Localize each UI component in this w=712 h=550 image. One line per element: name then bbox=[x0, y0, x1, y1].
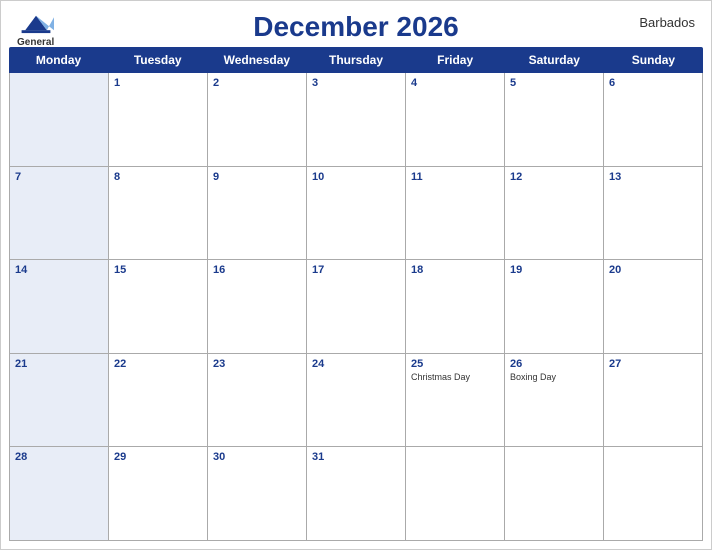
day-cell: 8 bbox=[109, 167, 208, 261]
country-label: Barbados bbox=[639, 15, 695, 30]
day-number: 22 bbox=[114, 358, 202, 370]
day-cell: 5 bbox=[505, 73, 604, 167]
day-number: 13 bbox=[609, 171, 697, 183]
day-header-friday: Friday bbox=[406, 47, 505, 73]
day-cell: 31 bbox=[307, 447, 406, 541]
day-number: 26 bbox=[510, 358, 598, 370]
day-cell: 9 bbox=[208, 167, 307, 261]
day-cell: 25 Christmas Day bbox=[406, 354, 505, 448]
day-number: 11 bbox=[411, 171, 499, 183]
day-cell: 19 bbox=[505, 260, 604, 354]
day-cell: 21 bbox=[10, 354, 109, 448]
day-number: 25 bbox=[411, 358, 499, 370]
day-number: 9 bbox=[213, 171, 301, 183]
day-number: 24 bbox=[312, 358, 400, 370]
day-header-saturday: Saturday bbox=[505, 47, 604, 73]
day-number: 27 bbox=[609, 358, 697, 370]
day-number: 17 bbox=[312, 264, 400, 276]
day-cell: 24 bbox=[307, 354, 406, 448]
logo-blue-text: Blue bbox=[25, 48, 47, 59]
day-header-tuesday: Tuesday bbox=[108, 47, 207, 73]
day-cell: 16 bbox=[208, 260, 307, 354]
day-cell: 18 bbox=[406, 260, 505, 354]
week-row-5: 28 29 30 31 bbox=[9, 447, 703, 541]
day-number: 20 bbox=[609, 264, 697, 276]
day-header-sunday: Sunday bbox=[604, 47, 703, 73]
day-cell: 12 bbox=[505, 167, 604, 261]
day-headers: MondayTuesdayWednesdayThursdayFridaySatu… bbox=[9, 47, 703, 73]
day-cell bbox=[10, 73, 109, 167]
day-cell: 23 bbox=[208, 354, 307, 448]
day-number: 30 bbox=[213, 451, 301, 463]
logo: General Blue bbox=[17, 9, 54, 59]
day-cell: 27 bbox=[604, 354, 703, 448]
calendar-header: General Blue December 2026 Barbados bbox=[1, 1, 711, 47]
day-cell: 15 bbox=[109, 260, 208, 354]
day-number: 7 bbox=[15, 171, 103, 183]
day-number: 31 bbox=[312, 451, 400, 463]
logo-icon bbox=[18, 9, 54, 37]
day-number: 18 bbox=[411, 264, 499, 276]
day-cell bbox=[505, 447, 604, 541]
day-cell: 3 bbox=[307, 73, 406, 167]
day-number: 21 bbox=[15, 358, 103, 370]
day-number: 1 bbox=[114, 77, 202, 89]
day-number: 12 bbox=[510, 171, 598, 183]
day-number: 16 bbox=[213, 264, 301, 276]
holiday-name: Christmas Day bbox=[411, 372, 499, 382]
day-cell: 10 bbox=[307, 167, 406, 261]
day-cell: 7 bbox=[10, 167, 109, 261]
day-number: 3 bbox=[312, 77, 400, 89]
day-cell: 2 bbox=[208, 73, 307, 167]
day-cell bbox=[604, 447, 703, 541]
day-cell bbox=[406, 447, 505, 541]
day-number: 8 bbox=[114, 171, 202, 183]
week-row-2: 789 10 11 12 13 bbox=[9, 167, 703, 261]
day-cell: 14 bbox=[10, 260, 109, 354]
holiday-name: Boxing Day bbox=[510, 372, 598, 382]
calendar-grid: MondayTuesdayWednesdayThursdayFridaySatu… bbox=[1, 47, 711, 549]
day-cell: 11 bbox=[406, 167, 505, 261]
day-number: 28 bbox=[15, 451, 103, 463]
month-title: December 2026 bbox=[253, 11, 458, 43]
week-row-1: 123456 bbox=[9, 73, 703, 167]
calendar: General Blue December 2026 Barbados Mond… bbox=[0, 0, 712, 550]
day-cell: 26 Boxing Day bbox=[505, 354, 604, 448]
day-cell: 13 bbox=[604, 167, 703, 261]
day-cell: 4 bbox=[406, 73, 505, 167]
day-header-thursday: Thursday bbox=[306, 47, 405, 73]
day-cell: 6 bbox=[604, 73, 703, 167]
day-header-wednesday: Wednesday bbox=[207, 47, 306, 73]
day-number: 5 bbox=[510, 77, 598, 89]
day-cell: 20 bbox=[604, 260, 703, 354]
week-row-4: 21 22 23 24 25 Christmas Day 26 Boxing Day 27 bbox=[9, 354, 703, 448]
week-row-3: 14 15 16 17 18 19 20 bbox=[9, 260, 703, 354]
day-cell: 29 bbox=[109, 447, 208, 541]
day-cell: 30 bbox=[208, 447, 307, 541]
day-number: 29 bbox=[114, 451, 202, 463]
day-cell: 28 bbox=[10, 447, 109, 541]
day-number: 15 bbox=[114, 264, 202, 276]
day-cell: 17 bbox=[307, 260, 406, 354]
day-number: 19 bbox=[510, 264, 598, 276]
day-number: 2 bbox=[213, 77, 301, 89]
day-cell: 1 bbox=[109, 73, 208, 167]
logo-general-text: General bbox=[17, 37, 54, 48]
day-number: 6 bbox=[609, 77, 697, 89]
day-number: 4 bbox=[411, 77, 499, 89]
day-number: 14 bbox=[15, 264, 103, 276]
day-number: 23 bbox=[213, 358, 301, 370]
day-number: 10 bbox=[312, 171, 400, 183]
day-cell: 22 bbox=[109, 354, 208, 448]
weeks-container: 1234567891011121314151617181920212223242… bbox=[9, 73, 703, 541]
